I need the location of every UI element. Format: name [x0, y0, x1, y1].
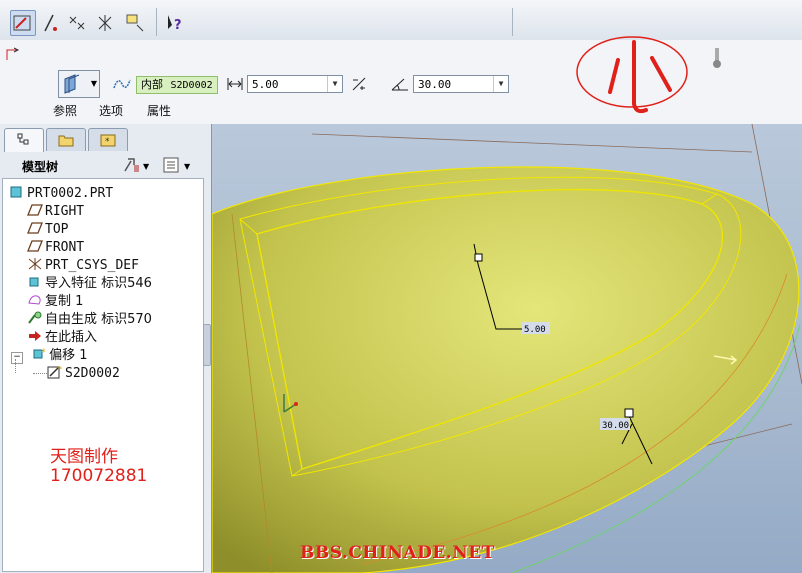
tree-node-import-feature[interactable]: 导入特征 标识546	[27, 275, 152, 292]
csys-button[interactable]	[92, 10, 118, 36]
tree-node-part[interactable]: PRT0002.PRT	[9, 185, 113, 202]
offset-distance-icon	[227, 78, 243, 90]
insert-here-arrow-icon	[29, 331, 41, 341]
svg-text:*: *	[58, 365, 62, 374]
datum-plane-icon	[27, 204, 43, 216]
maker-annotation: 天图制作 170072881	[50, 448, 147, 486]
tree-node-sketch[interactable]: * S2D0002	[47, 365, 120, 382]
tree-connector	[15, 359, 17, 373]
tab-model-tree[interactable]	[4, 128, 44, 152]
chevron-down-icon[interactable]: ▼	[493, 76, 508, 92]
angle-dimension-label: 30.00	[602, 421, 629, 431]
handwritten-annotation	[576, 36, 688, 114]
chevron-down-icon: ▼	[90, 79, 97, 88]
sketch-reference-chip[interactable]: 内部 S2D0002	[136, 76, 218, 94]
svg-text:▼: ▼	[143, 162, 150, 171]
datum-plane-edge	[311, 133, 753, 153]
sketch-curve-icon	[113, 79, 131, 89]
datum-plane-icon	[27, 222, 43, 234]
tree-node-offset[interactable]: − * 偏移 1	[11, 347, 88, 364]
freestyle-surface[interactable]	[212, 166, 800, 573]
toolbar-separator	[512, 8, 513, 36]
panel-splitter-handle[interactable]	[203, 324, 211, 366]
offset-distance-value: 5.00	[252, 78, 279, 91]
offset-distance-input[interactable]: 5.00 ▼	[247, 75, 343, 93]
help-button[interactable]: ?	[162, 10, 188, 36]
sketch-name: S2D0002	[170, 80, 213, 91]
collapse-toggle-icon[interactable]: −	[11, 352, 23, 364]
offset-drag-handle[interactable]	[474, 253, 483, 262]
model-tree-title: 模型树	[22, 160, 59, 174]
offset-type-icon	[64, 74, 80, 94]
csys-icon	[98, 15, 112, 31]
dashboard-pin-icon	[6, 47, 20, 60]
freestyle-icon	[28, 311, 42, 324]
settings-tools-icon: ▼	[124, 158, 150, 172]
svg-text:*: *	[41, 348, 46, 358]
datum-axis-button[interactable]	[38, 10, 64, 36]
sketch-icon: *	[47, 365, 62, 379]
tree-node-csys[interactable]: PRT_CSYS_DEF	[27, 257, 139, 274]
datum-plane-icon	[27, 240, 43, 252]
offset-feature-icon: *	[33, 348, 46, 359]
import-feature-icon	[29, 277, 39, 287]
list-icon: ▼	[163, 157, 191, 173]
offset-feature-dashboard: ▼ 内部 S2D0002 5.00 ▼ 30.00 ▼ 参照 选项 属性	[0, 36, 802, 125]
csys-icon	[28, 258, 42, 270]
flip-direction-icon[interactable]	[350, 76, 368, 92]
tab-references[interactable]: 参照	[53, 102, 77, 119]
draft-angle-icon	[391, 78, 408, 91]
tree-node-freestyle[interactable]: 自由生成 标识570	[27, 311, 152, 328]
tree-connector	[33, 373, 47, 375]
svg-text:?: ?	[174, 18, 182, 33]
offset-dimension-label: 5.00	[524, 325, 546, 335]
offset-type-selector[interactable]: ▼	[58, 70, 100, 98]
datum-point-button[interactable]	[64, 10, 90, 36]
tab-properties[interactable]: 属性	[147, 102, 171, 119]
model-tree-icon	[17, 133, 29, 145]
tab-options[interactable]: 选项	[99, 102, 123, 119]
draft-angle-input[interactable]: 30.00 ▼	[413, 75, 509, 93]
toolbar-separator	[156, 8, 157, 36]
tree-settings-button[interactable]: ▼	[122, 156, 152, 174]
tree-node-top-plane[interactable]: TOP	[27, 221, 68, 238]
folder-icon	[58, 135, 74, 147]
annotation-icon	[126, 14, 144, 32]
mode-label: 内部	[141, 78, 163, 91]
datum-axis-icon	[44, 14, 57, 32]
tree-show-button[interactable]: ▼	[162, 156, 194, 174]
tree-node-right-plane[interactable]: RIGHT	[27, 203, 84, 220]
annotation-button[interactable]	[122, 10, 148, 36]
chevron-down-icon[interactable]: ▼	[327, 76, 342, 92]
datum-point-icon	[69, 16, 85, 30]
tree-node-copy[interactable]: 复制 1	[27, 293, 83, 310]
tree-node-front-plane[interactable]: FRONT	[27, 239, 84, 256]
copy-surface-icon	[28, 295, 41, 305]
whats-this-help-icon: ?	[168, 15, 182, 33]
pause-feature-icon[interactable]	[710, 46, 724, 70]
svg-text:▼: ▼	[184, 162, 191, 171]
maker-text: 天图制作	[50, 447, 118, 467]
part-icon	[10, 186, 22, 198]
tab-favorites[interactable]: *	[88, 128, 128, 151]
maker-id: 170072881	[50, 466, 148, 486]
sketch-view-icon	[13, 15, 31, 31]
angle-drag-handle[interactable]	[624, 408, 634, 418]
model-tree: PRT0002.PRT RIGHT TOP FRONT PRT_CSYS_DEF…	[2, 178, 204, 572]
tree-node-insert-here[interactable]: 在此插入	[27, 329, 97, 346]
site-watermark: BBS.CHINADE.NET	[300, 543, 495, 563]
draft-angle-value: 30.00	[418, 78, 452, 91]
svg-text:*: *	[105, 137, 110, 147]
model-graphics[interactable]: 5.00 30.00	[212, 124, 802, 573]
navigator-panel: * 模型树 ▼ ▼ PRT0002.PRT RIGHT TOP FRONT PR…	[0, 124, 212, 573]
favorites-icon: *	[100, 134, 116, 147]
sketch-view-button[interactable]	[10, 10, 36, 36]
csys-origin-marker	[294, 402, 298, 406]
graphics-viewport[interactable]: 5.00 30.00	[212, 124, 802, 573]
tab-folder-browser[interactable]	[46, 128, 86, 151]
